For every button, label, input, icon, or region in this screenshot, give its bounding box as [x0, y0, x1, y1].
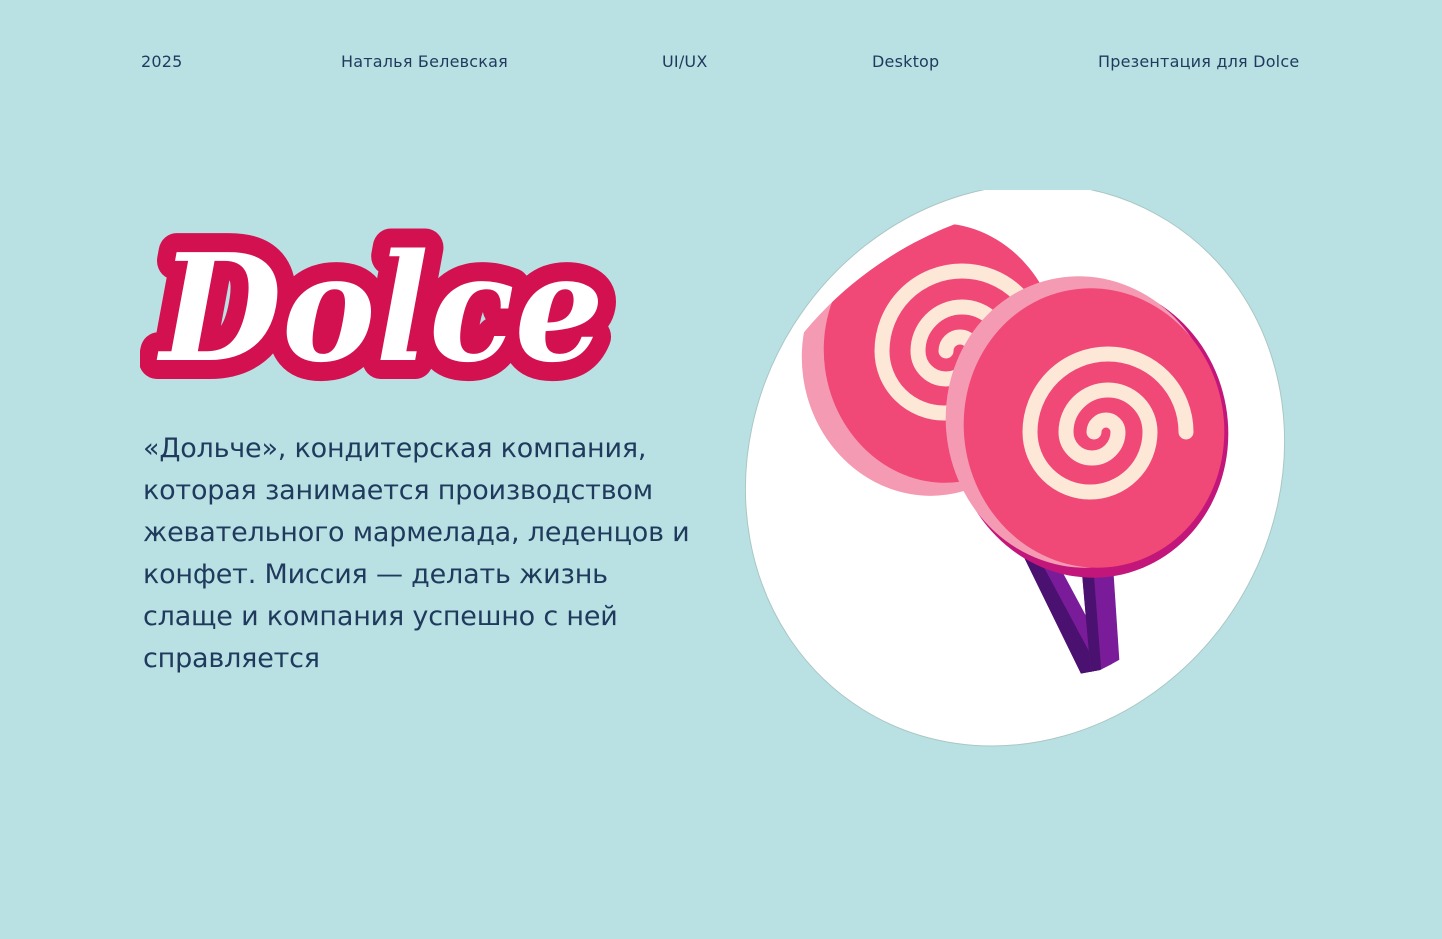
- meta-category: UI/UX: [662, 52, 708, 71]
- dolce-logo: Dolce Dolce: [140, 218, 623, 404]
- meta-year: 2025: [141, 52, 183, 71]
- intro-text: «Дольче», кондитерская компания, которая…: [143, 433, 690, 674]
- meta-author: Наталья Белевская: [341, 52, 508, 71]
- logo-text: Dolce: [156, 221, 604, 395]
- meta-project: Презентация для Dolce: [1098, 52, 1300, 71]
- meta-platform: Desktop: [872, 52, 940, 71]
- lollipop-icon: [744, 190, 1286, 747]
